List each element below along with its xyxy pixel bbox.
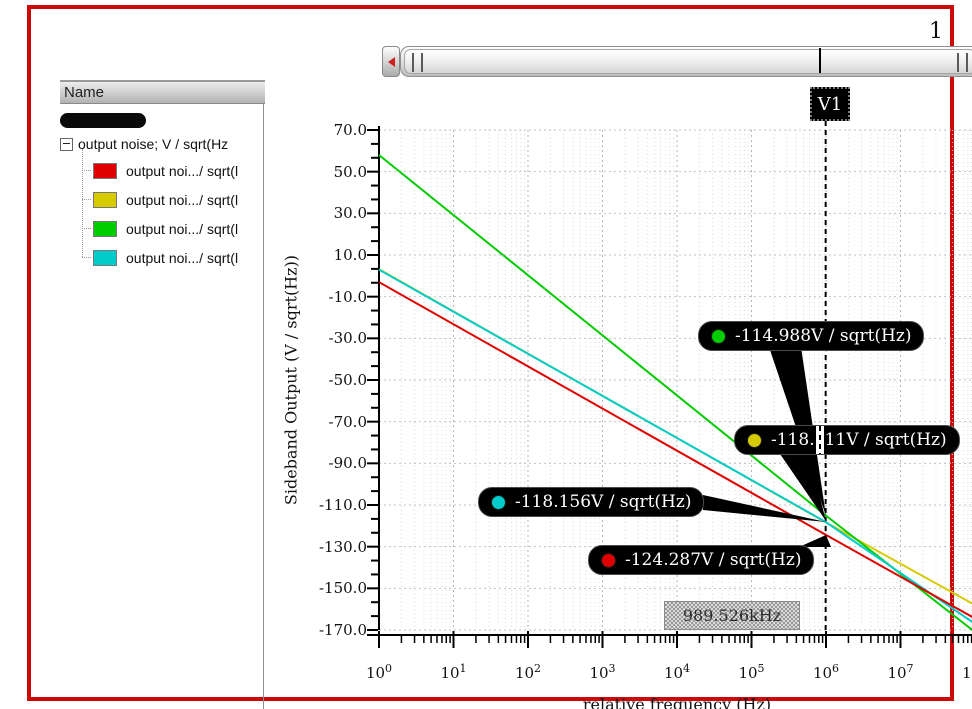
y-tick-label: -70.0 — [328, 412, 367, 431]
waveform-viewer-page: 1 V1 Name output noise; V / sqrt(Hz outp… — [0, 0, 972, 709]
x-tick-label: 106 — [812, 662, 840, 682]
x-tick-label: 100 — [365, 662, 393, 682]
green-point-icon — [711, 328, 726, 344]
series-color-swatch — [93, 163, 117, 179]
red-point-icon — [601, 552, 616, 568]
page-number: 1 — [929, 19, 943, 44]
x-tick-label: 104 — [663, 662, 691, 682]
tree-root-label: output noise; V / sqrt(Hz — [78, 136, 229, 152]
y-tick-label: -170.0 — [318, 621, 367, 639]
signal-tree-item[interactable]: output noi.../ sqrt(l — [82, 220, 263, 238]
scrollbar-track[interactable] — [400, 46, 972, 77]
redacted-text-blob — [60, 113, 146, 128]
callout-value-text: -114.988V / sqrt(Hz) — [735, 326, 912, 346]
tree-collapse-icon[interactable] — [60, 137, 73, 151]
y-tick-label: 70.0 — [333, 121, 367, 139]
sidebar-separator — [263, 104, 264, 709]
signal-tree-item[interactable]: output noi.../ sqrt(l — [82, 249, 263, 267]
value-callout-yellow[interactable]: -118. 11V / sqrt(Hz) — [734, 425, 960, 455]
scrollbar-left-arrow-button[interactable] — [382, 46, 400, 77]
tree-branch-line — [82, 257, 91, 259]
y-tick-label: -110.0 — [318, 496, 367, 514]
signal-tree-item-label: output noi.../ sqrt(l — [126, 221, 239, 237]
callout-value-text-after: 11V / sqrt(Hz) — [824, 430, 947, 450]
x-tick-label: 103 — [589, 662, 616, 682]
y-tick-label: -50.0 — [328, 371, 367, 389]
marker-frequency-readout: 989.526kHz — [664, 601, 800, 630]
y-tick-label: -90.0 — [328, 454, 367, 473]
left-arrow-icon — [387, 56, 395, 67]
signal-tree-item-label: output noi.../ sqrt(l — [126, 250, 239, 266]
tree-branch-line — [82, 228, 91, 230]
value-callout-green[interactable]: -114.988V / sqrt(Hz) — [698, 321, 925, 351]
x-axis-title: relative frequency (Hz) — [582, 695, 772, 709]
thumb-grip-left-icon — [412, 53, 423, 72]
callout-value-text: -124.287V / sqrt(Hz) — [625, 550, 802, 570]
x-tick-label: 102 — [514, 662, 542, 682]
y-tick-label: -150.0 — [318, 579, 367, 598]
series-color-swatch — [93, 250, 117, 266]
value-callout-red[interactable]: -124.287V / sqrt(Hz) — [588, 545, 815, 575]
horizontal-scrollbar[interactable] — [382, 46, 972, 77]
x-tick-label: 105 — [738, 662, 765, 682]
tree-root-output-noise[interactable]: output noise; V / sqrt(Hz — [60, 135, 263, 153]
signal-tree-item[interactable]: output noi.../ sqrt(l — [82, 162, 263, 180]
y-tick-label: 30.0 — [333, 204, 367, 223]
signal-tree-item-label: output noi.../ sqrt(l — [126, 163, 239, 179]
signal-tree-item-label: output noi.../ sqrt(l — [126, 192, 239, 208]
y-tick-label: 50.0 — [333, 162, 367, 181]
series-color-swatch — [93, 192, 117, 208]
marker-line-slot — [815, 426, 824, 454]
scrollbar-thumb[interactable] — [404, 49, 972, 74]
callout-value-text-before: -118. — [771, 430, 815, 450]
y-axis-title: Sideband Output (V / sqrt(Hz)) — [281, 254, 301, 506]
callout-value-text: -118.156V / sqrt(Hz) — [515, 492, 692, 512]
yellow-point-icon — [747, 432, 762, 448]
value-callout-cyan[interactable]: -118.156V / sqrt(Hz) — [478, 487, 705, 517]
x-tick-label: 101 — [440, 662, 467, 682]
series-color-swatch — [93, 221, 117, 237]
tree-branch-line — [82, 199, 91, 201]
y-tick-label: -10.0 — [328, 287, 367, 306]
marker-v1-tag[interactable]: V1 — [810, 87, 850, 121]
x-tick-label: 108 — [961, 664, 972, 682]
tree-branch-line — [82, 170, 91, 172]
marker-position-tick — [819, 48, 821, 73]
thumb-grip-right-icon — [957, 53, 968, 72]
y-tick-label: 10.0 — [333, 246, 367, 264]
signal-tree-item[interactable]: output noi.../ sqrt(l — [82, 191, 263, 209]
window-frame: 1 V1 Name output noise; V / sqrt(Hz outp… — [27, 5, 972, 709]
cyan-point-icon — [491, 494, 506, 510]
y-tick-label: -30.0 — [328, 329, 367, 348]
y-tick-label: -130.0 — [318, 537, 367, 556]
signal-list-header: Name — [60, 80, 265, 104]
x-tick-label: 107 — [887, 662, 914, 682]
